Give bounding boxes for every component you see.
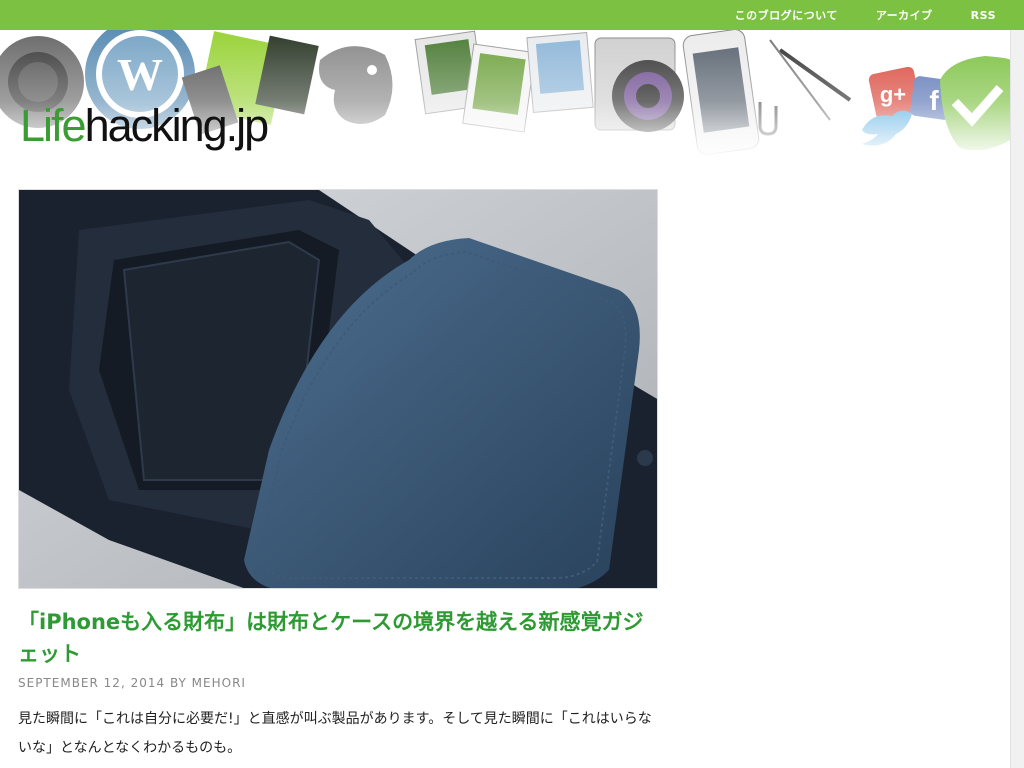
wallet-photo	[19, 190, 657, 588]
post-author-link[interactable]: MEHORI	[192, 676, 246, 690]
site-logo[interactable]: Lifehacking.jp	[20, 100, 270, 151]
right-scroll-strip	[1010, 30, 1024, 768]
nav-about-link[interactable]: このブログについて	[735, 7, 838, 23]
post-by-label: BY	[169, 676, 187, 690]
post-meta: SEPTEMBER 12, 2014 BY MEHORI	[18, 676, 246, 690]
post-featured-image[interactable]	[18, 189, 658, 589]
nav-rss-link[interactable]: RSS	[971, 9, 996, 22]
logo-life-text: Life	[20, 100, 87, 151]
post-title-link[interactable]: 「iPhoneも入る財布」は財布とケースの境界を越える新感覚ガジェット	[18, 606, 663, 670]
nav-archive-link[interactable]: アーカイブ	[876, 7, 933, 23]
post-excerpt: 見た瞬間に「これは自分に必要だ!」と直感が叫ぶ製品があります。そして見た瞬間に「…	[18, 711, 652, 756]
top-bar: このブログについて アーカイブ RSS	[0, 0, 1024, 30]
top-navigation: このブログについて アーカイブ RSS	[697, 0, 996, 30]
post-date: SEPTEMBER 12, 2014	[18, 676, 166, 690]
logo-hacking-text: hacking.jp	[84, 100, 270, 151]
